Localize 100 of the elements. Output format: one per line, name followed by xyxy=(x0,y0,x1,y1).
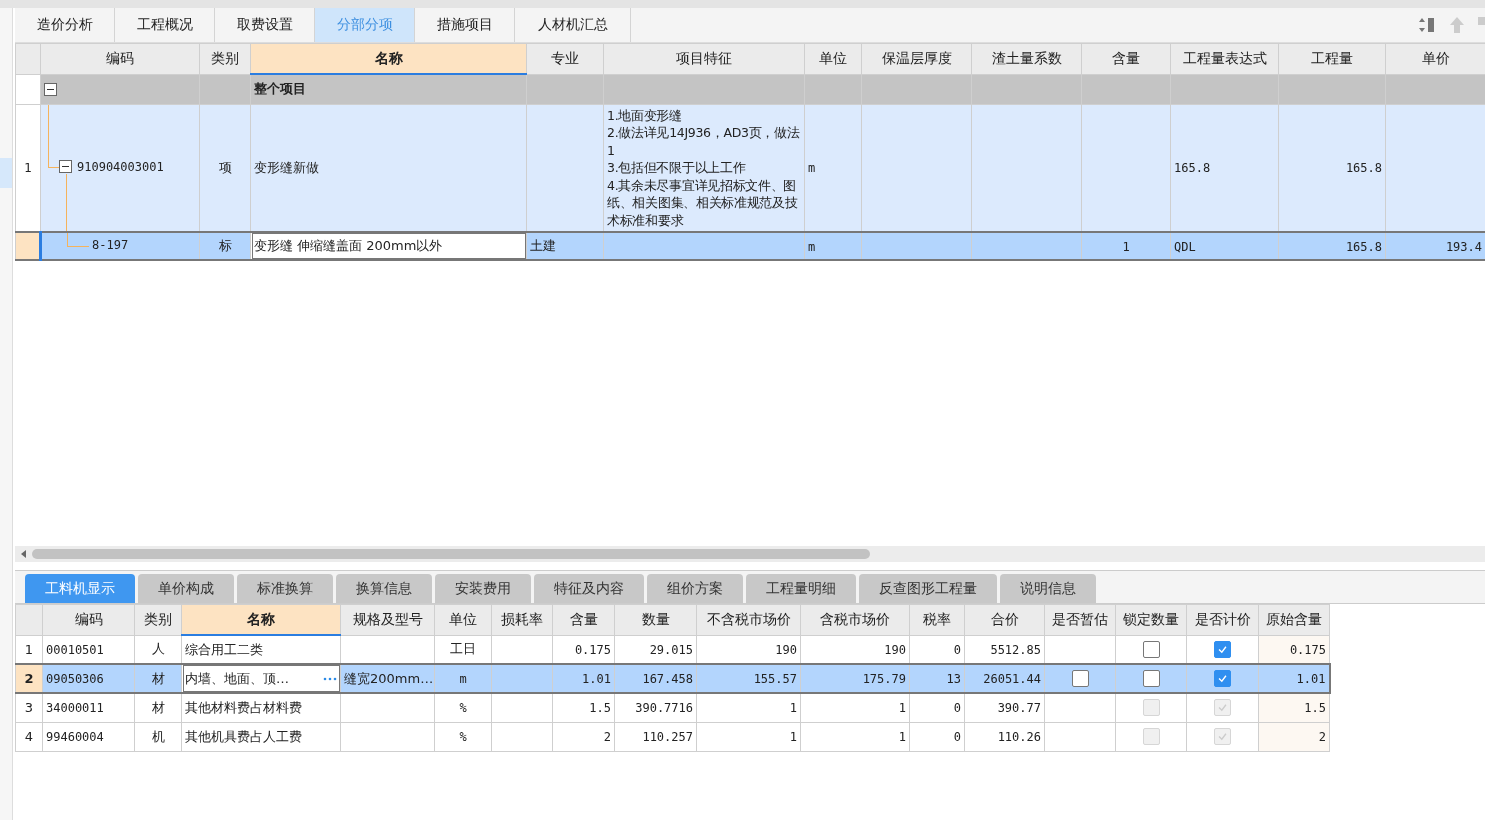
checkbox[interactable] xyxy=(1214,640,1231,658)
column-header[interactable]: 单位 xyxy=(434,604,492,635)
column-header[interactable]: 渣土量系数 xyxy=(971,43,1082,74)
row-number: 3 xyxy=(24,700,34,716)
table-cell: 材 xyxy=(151,670,165,686)
column-header[interactable]: 税率 xyxy=(909,604,965,635)
table-cell: 1 xyxy=(898,701,906,716)
check-icon xyxy=(1217,643,1228,655)
column-header[interactable]: 编码 xyxy=(40,43,200,74)
table-cell: 标 xyxy=(218,238,232,253)
tab[interactable]: 说明信息 xyxy=(1000,574,1096,603)
more-icon[interactable] xyxy=(323,676,337,681)
table-cell: 00010501 xyxy=(46,642,104,657)
collapse-toggle[interactable] xyxy=(44,82,57,96)
column-header[interactable]: 是否暂估 xyxy=(1044,604,1116,635)
table-cell: 1.01 xyxy=(1296,672,1326,686)
column-header[interactable]: 类别 xyxy=(134,604,182,635)
column-header[interactable]: 是否计价 xyxy=(1186,604,1259,635)
tab[interactable]: 反查图形工程量 xyxy=(859,574,997,603)
table-cell: 1 xyxy=(789,730,797,744)
table-cell: 工日 xyxy=(450,641,476,657)
row-number: 1 xyxy=(24,641,34,657)
tab[interactable]: 组价方案 xyxy=(647,574,743,603)
table-cell: 167.458 xyxy=(642,672,693,686)
table-cell: 0 xyxy=(953,642,961,657)
column-header[interactable]: 合价 xyxy=(964,604,1045,635)
table-cell: 99460004 xyxy=(46,730,104,744)
table-cell: 缝宽200mm… xyxy=(344,670,434,686)
column-header[interactable]: 保温层厚度 xyxy=(861,43,972,74)
column-header[interactable]: 名称 xyxy=(181,604,341,635)
column-header[interactable]: 含税市场价 xyxy=(800,604,910,635)
column-header[interactable]: 项目特征 xyxy=(603,43,805,74)
table-cell: 26051.44 xyxy=(983,672,1041,686)
column-header[interactable]: 专业 xyxy=(526,43,604,74)
column-header[interactable]: 锁定数量 xyxy=(1115,604,1187,635)
column-header[interactable]: 不含税市场价 xyxy=(696,604,801,635)
table-cell: 其他机具费占人工费 xyxy=(185,728,302,744)
checkbox[interactable] xyxy=(1142,640,1160,658)
column-header[interactable]: 损耗率 xyxy=(491,604,553,635)
table-cell: 165.8 xyxy=(1174,161,1211,176)
column-header[interactable]: 工程量 xyxy=(1278,43,1386,74)
table-cell: 390.77 xyxy=(997,701,1041,716)
check-icon xyxy=(1217,673,1228,684)
table-cell: 5512.85 xyxy=(990,642,1041,657)
side-panel-marker xyxy=(0,158,12,188)
table-cell: 其他材料费占材料费 xyxy=(185,699,302,715)
column-header[interactable]: 编码 xyxy=(42,604,135,635)
tab[interactable]: 特征及内容 xyxy=(534,574,644,603)
table-cell: 变形缝新做 xyxy=(254,159,319,175)
table-cell: 1 xyxy=(898,730,906,744)
table-cell: 1.5 xyxy=(589,701,611,716)
column-header[interactable]: 名称 xyxy=(250,43,527,74)
table-cell: QDL xyxy=(1174,239,1196,254)
tab[interactable]: 工程量明细 xyxy=(746,574,856,603)
table-cell: 190 xyxy=(775,642,797,657)
table-cell: 2 xyxy=(603,730,611,744)
table-cell: 165.8 xyxy=(1345,239,1382,254)
tab[interactable]: 安装费用 xyxy=(435,574,531,603)
table-cell: 190 xyxy=(884,642,906,657)
checkbox[interactable] xyxy=(1071,670,1089,687)
column-header[interactable]: 含量 xyxy=(552,604,615,635)
table-cell: 390.7716 xyxy=(635,701,693,716)
row-number: 4 xyxy=(24,729,34,744)
table-cell: 1.5 xyxy=(1304,701,1326,716)
table-cell: 34000011 xyxy=(46,701,104,716)
sort-icon[interactable] xyxy=(1419,16,1437,34)
column-header[interactable]: 单价 xyxy=(1385,43,1485,74)
scrollbar-thumb[interactable] xyxy=(32,549,870,559)
table-cell: 材 xyxy=(151,699,165,715)
table-cell: 0 xyxy=(953,730,961,744)
column-header[interactable]: 工程量表达式 xyxy=(1170,43,1279,74)
row-number: 2 xyxy=(24,671,34,686)
table-cell: 09050306 xyxy=(46,672,104,686)
table-cell-text: 1.地面变形缝 2.做法详见14J936，AD3页，做法1 3.包括但不限于以上工作 4.其余未尽事宜详见招标文件、图纸、相关图集、相关标准规范及技术标准和要求 xyxy=(607,106,801,230)
table-cell: 1.01 xyxy=(582,672,611,686)
table-cell: 2 xyxy=(1318,730,1326,744)
column-header[interactable]: 单位 xyxy=(804,43,862,74)
tab[interactable]: 换算信息 xyxy=(336,574,432,603)
tab[interactable]: 单价构成 xyxy=(138,574,234,603)
table-cell: 项 xyxy=(218,159,232,175)
table-cell: 综合用工二类 xyxy=(185,641,263,657)
table-cell: 29.015 xyxy=(649,642,693,657)
scroll-left-icon[interactable] xyxy=(21,550,26,558)
table-cell: m xyxy=(808,239,816,254)
tab[interactable]: 标准换算 xyxy=(237,574,333,603)
collapse-toggle[interactable] xyxy=(59,159,72,173)
table-cell: % xyxy=(459,701,467,716)
column-header[interactable]: 含量 xyxy=(1081,43,1171,74)
table-cell: 13 xyxy=(946,672,961,686)
table-cell: 1 xyxy=(1122,239,1130,254)
column-header[interactable]: 类别 xyxy=(199,43,251,74)
table-cell: 193.4 xyxy=(1445,239,1482,254)
table-cell: 人 xyxy=(151,641,165,657)
column-header[interactable]: 数量 xyxy=(614,604,697,635)
column-header[interactable]: 规格及型号 xyxy=(340,604,435,635)
checkbox[interactable] xyxy=(1142,670,1160,687)
table-cell: 机 xyxy=(151,728,165,744)
table-cell: m xyxy=(459,672,467,686)
column-header[interactable]: 原始含量 xyxy=(1258,604,1330,635)
checkbox[interactable] xyxy=(1214,670,1231,687)
